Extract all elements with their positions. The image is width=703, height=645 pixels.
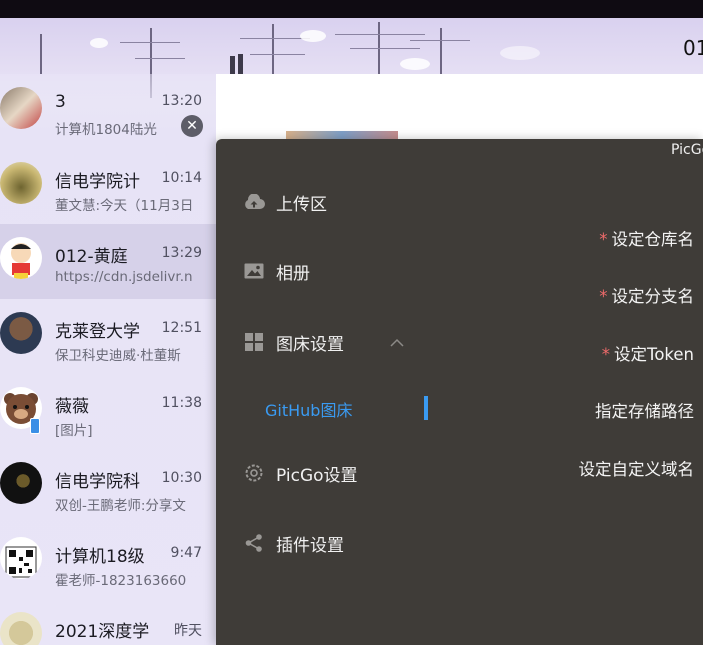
chat-preview: https://cdn.jsdelivr.n <box>55 269 193 285</box>
menu-upload-label: 上传区 <box>276 194 327 215</box>
chat-name: 2021深度学 <box>55 622 150 642</box>
chat-name: 克莱登大学 <box>55 322 140 342</box>
picgo-title: PicGo <box>671 142 703 158</box>
cartoon-avatar-icon <box>0 237 42 279</box>
repo-label: 设定仓库名 <box>611 230 695 249</box>
chat-list-item[interactable]: 计算机18级 9:47 霍老师-1823163660 <box>0 524 216 599</box>
chat-time: 13:20 <box>161 93 202 109</box>
chat-list-item[interactable]: 薇薇 11:38 [图片] <box>0 374 216 449</box>
menu-picgo-settings-label: PicGo设置 <box>276 465 358 486</box>
chat-preview: 董文慧:今天（11月3日 <box>55 198 194 214</box>
chat-time: 10:30 <box>161 470 202 486</box>
form-label-path: 指定存储路径 <box>595 398 694 422</box>
group-avatar-icon <box>0 162 42 204</box>
grid-icon <box>242 330 266 354</box>
menu-github-picbed[interactable]: GitHub图床 <box>265 397 352 421</box>
required-mark: * <box>599 230 608 249</box>
required-mark: * <box>601 345 611 364</box>
chat-time: 昨天 <box>174 623 202 639</box>
chat-list-item[interactable]: 2021深度学 昨天 <box>0 599 216 645</box>
chat-preview: 计算机1804陆光 <box>55 122 157 138</box>
chat-time: 11:38 <box>161 395 202 411</box>
chat-time: 12:51 <box>161 320 202 336</box>
menu-album-label: 相册 <box>276 263 310 284</box>
chat-list-item-selected[interactable]: 012-黄庭 13:29 https://cdn.jsdelivr.n <box>0 224 216 299</box>
close-icon[interactable]: ✕ <box>181 115 203 137</box>
image-icon <box>242 259 266 283</box>
chat-name: 信电学院计 <box>55 172 140 192</box>
chat-name: 薇薇 <box>55 397 89 417</box>
menu-album[interactable]: 相册 <box>242 259 310 284</box>
gear-icon <box>242 461 266 485</box>
chat-preview: 双创-王鹏老师:分享文 <box>55 498 186 514</box>
share-icon <box>242 531 266 555</box>
chat-preview: 保卫科史迪威·杜董斯 <box>55 348 181 364</box>
menu-picgo-settings[interactable]: PicGo设置 <box>242 461 358 486</box>
chat-list-item[interactable]: 克莱登大学 12:51 保卫科史迪威·杜董斯 <box>0 299 216 374</box>
token-label: 设定Token <box>614 345 694 364</box>
cloud-upload-icon <box>242 190 266 214</box>
menu-picbed-settings[interactable]: 图床设置 <box>242 330 344 355</box>
chat-name: 计算机18级 <box>55 547 145 567</box>
mobile-icon <box>30 418 40 434</box>
form-label-branch: * 设定分支名 <box>599 283 694 307</box>
chat-time: 9:47 <box>170 545 202 561</box>
custom-domain-label: 设定自定义域名 <box>578 460 695 479</box>
form-label-custom-domain: 设定自定义域名 <box>579 456 695 480</box>
required-mark: * <box>599 287 608 306</box>
path-label: 指定存储路径 <box>595 402 694 421</box>
form-label-repo: * 设定仓库名 <box>599 226 694 250</box>
chat-time: 10:14 <box>161 170 202 186</box>
menu-plugin-settings[interactable]: 插件设置 <box>242 531 344 556</box>
menu-upload[interactable]: 上传区 <box>242 190 327 215</box>
branch-label: 设定分支名 <box>611 287 695 306</box>
form-label-token: * 设定Token <box>602 341 694 365</box>
chat-name: 012-黄庭 <box>55 247 128 267</box>
person-avatar-icon <box>0 312 42 354</box>
chat-name: 3 <box>55 92 66 112</box>
group-avatar-icon <box>0 87 42 129</box>
group-avatar-icon <box>0 462 42 504</box>
chat-list-item[interactable]: 信电学院计 10:14 董文慧:今天（11月3日 <box>0 149 216 224</box>
conversation-title: 012 <box>683 36 703 60</box>
chevron-up-icon[interactable] <box>390 335 404 351</box>
chat-time: 13:29 <box>161 245 202 261</box>
active-indicator <box>424 396 428 420</box>
chat-name: 信电学院科 <box>55 472 140 492</box>
menu-plugin-settings-label: 插件设置 <box>276 535 344 556</box>
chat-preview: [图片] <box>55 423 93 439</box>
chat-list-item[interactable]: 3 13:20 计算机1804陆光 ✕ <box>0 74 216 149</box>
chat-list-item[interactable]: 信电学院科 10:30 双创-王鹏老师:分享文 <box>0 449 216 524</box>
menu-picbed-settings-label: 图床设置 <box>276 334 344 355</box>
picgo-window: PicGo 上传区 相册 图床设置 GitHub图床 PicGo设置 插件设置 <box>216 139 703 645</box>
qr-avatar-icon <box>0 537 42 579</box>
chat-preview: 霍老师-1823163660 <box>55 573 187 589</box>
group-avatar-icon <box>0 612 42 645</box>
